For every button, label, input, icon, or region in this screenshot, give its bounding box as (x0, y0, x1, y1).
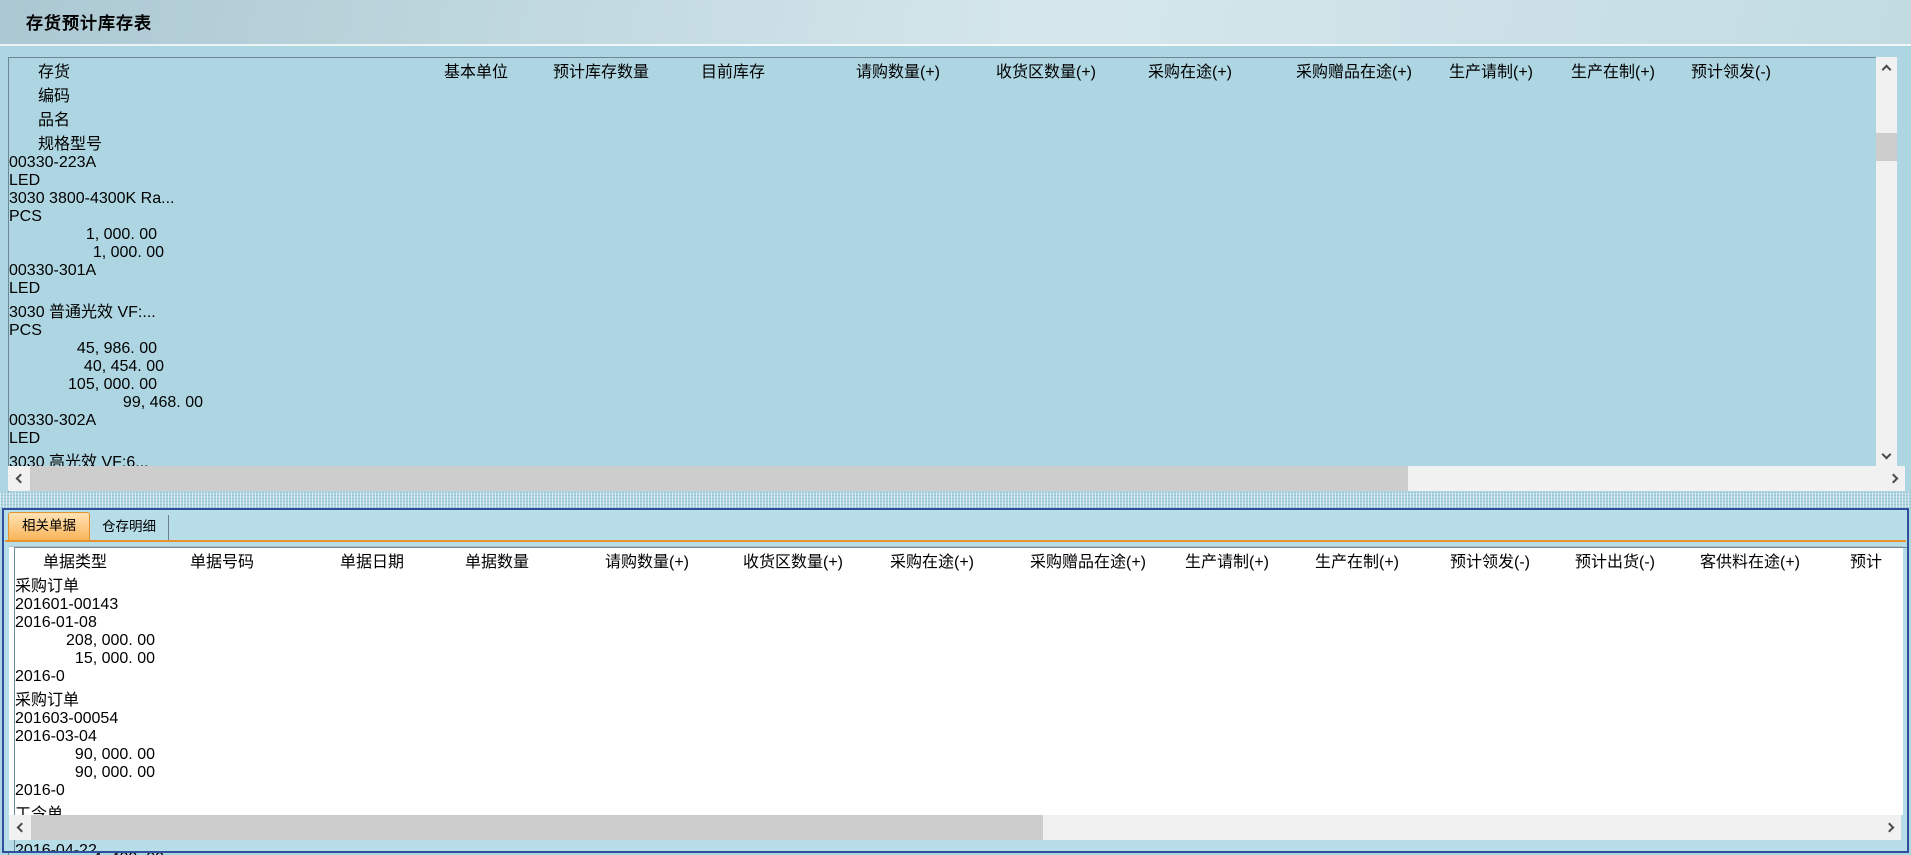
td: 3030 3800-4300K Ra... (9, 190, 217, 208)
th full: 单据号码 (190, 548, 340, 572)
td: LED (9, 172, 89, 190)
th full: 单据数量 (465, 548, 605, 572)
tab-related-documents[interactable]: 相关单据 (8, 512, 90, 540)
horizontal-scrollbar-thumb[interactable] (31, 815, 1043, 840)
chevron-down-icon (1882, 449, 1892, 459)
inventory-forecast-panel: 存货编码品名规格型号基本单位预计库存数量目前库存请购数量(+)收货区数量(+)采… (0, 48, 1911, 492)
th full: 单据类型 (43, 548, 190, 572)
related-documents-panel: 相关单据 仓存明细 单据类型单据号码单据日期单据数量请购数量(+)收货区数量(+… (2, 508, 1909, 853)
td: 201601-00143 (15, 596, 165, 614)
td cellgray: 采购订单 (15, 572, 162, 596)
th full: 请购数量(+) (856, 58, 996, 154)
chevron-left-icon (16, 823, 26, 833)
th full (9, 58, 38, 154)
td: 90, 000. 00 (15, 764, 155, 782)
td: 2016-03-04 (15, 728, 140, 746)
td: 采购订单 (15, 686, 162, 710)
hgroup-bottom: 编码品名规格型号 (38, 82, 444, 154)
td: 99, 468. 00 (9, 394, 203, 412)
td: 00330-223A (9, 154, 127, 172)
th full: 基本单位 (444, 58, 553, 154)
scroll-right-button[interactable] (1884, 466, 1905, 491)
td: 208, 000. 00 (15, 632, 155, 650)
td: 00330-302A (9, 412, 127, 430)
th full: 客供料在途(+) (1700, 548, 1850, 572)
tr row-sel: 00330-301ALED3030 普通光效 VF:...PCS45, 986.… (9, 262, 1885, 412)
tbody: 采购订单201601-001432016-01-08208, 000. 0015… (15, 572, 1909, 853)
scroll-left-button[interactable] (9, 815, 30, 840)
th full: 生产请制(+) (1449, 58, 1571, 154)
th full: 采购在途(+) (890, 548, 1030, 572)
td: 2016-0 (15, 782, 75, 800)
top-vertical-scrollbar[interactable] (1876, 57, 1897, 466)
th full: 收货区数量(+) (743, 548, 890, 572)
td: 45, 986. 00 (9, 340, 157, 358)
td cellsel: 105, 000. 00 (9, 376, 157, 394)
title-bar: 存货预计库存表 (0, 0, 1911, 46)
th full: 预计领发(-) (1691, 58, 1885, 154)
td: 2016-01-08 (15, 614, 140, 632)
scroll-up-button[interactable] (1876, 57, 1897, 78)
td: 2016-0 (15, 668, 75, 686)
td: PCS (9, 208, 118, 226)
th full: 采购赠品在途(+) (1030, 548, 1185, 572)
th hgroup-top: 存货 (38, 58, 444, 82)
th full: 预计出货(-) (1575, 548, 1700, 572)
page-title: 存货预计库存表 (26, 9, 152, 34)
th full: 预计领发(-) (1450, 548, 1575, 572)
top-horizontal-scrollbar[interactable] (8, 466, 1905, 491)
app-window: 存货预计库存表 存货编码品名规格型号基本单位预计库存数量目前库存请购数量(+)收… (0, 0, 1911, 855)
tab-warehouse-detail[interactable]: 仓存明细 (90, 515, 169, 540)
th full: 预计 (1850, 548, 1909, 572)
td: 201603-00054 (15, 710, 165, 728)
th full: 生产在制(+) (1571, 58, 1691, 154)
th sub: 编码 (38, 82, 156, 106)
th full: 预计库存数量 (553, 58, 701, 154)
td: 1, 000. 00 (9, 226, 157, 244)
tr row-alt: 采购订单201603-000542016-03-0490, 000. 0090,… (15, 686, 1909, 800)
table-header: 单据类型单据号码单据日期单据数量请购数量(+)收货区数量(+)采购在途(+)采购… (15, 548, 1909, 572)
td: 3030 普通光效 VF:... (9, 298, 217, 322)
th full (15, 548, 43, 572)
scroll-down-button[interactable] (1876, 445, 1897, 466)
table-header: 存货编码品名规格型号基本单位预计库存数量目前库存请购数量(+)收货区数量(+)采… (9, 58, 1885, 154)
tr row-plain: 00330-223ALED3030 3800-4300K Ra...PCS1, … (9, 154, 1885, 262)
td: 2016-04-22 (15, 842, 140, 853)
documents-table: 单据类型单据号码单据日期单据数量请购数量(+)收货区数量(+)采购在途(+)采购… (14, 547, 1909, 853)
vertical-scrollbar-thumb[interactable] (1876, 133, 1897, 161)
chevron-left-icon (15, 474, 25, 484)
th full: 采购赠品在途(+) (1296, 58, 1449, 154)
td: 00330-301A (9, 262, 127, 280)
th full: 生产请制(+) (1185, 548, 1315, 572)
td: 1, 000. 00 (9, 244, 164, 262)
chevron-right-icon (1884, 823, 1894, 833)
panel-splitter[interactable] (0, 492, 1911, 508)
tr row-sel: 采购订单201601-001432016-01-08208, 000. 0015… (15, 572, 1909, 686)
th full: 收货区数量(+) (996, 58, 1148, 154)
scroll-left-button[interactable] (8, 466, 29, 491)
tab-strip-line (5, 540, 1906, 542)
th full: 目前库存 (701, 58, 856, 154)
td: LED (9, 430, 89, 448)
scroll-right-button[interactable] (1880, 815, 1901, 840)
column-group: 存货编码品名规格型号 (38, 58, 444, 154)
th sub: 品名 (38, 106, 118, 130)
th full: 生产在制(+) (1315, 548, 1450, 572)
td: 90, 000. 00 (15, 746, 155, 764)
th full: 采购在途(+) (1148, 58, 1296, 154)
td: PCS (9, 322, 118, 340)
bottom-horizontal-scrollbar[interactable] (9, 815, 1901, 840)
td: LED (9, 280, 89, 298)
th full: 单据日期 (340, 548, 465, 572)
chevron-right-icon (1888, 474, 1898, 484)
td: 15, 000. 00 (15, 650, 155, 668)
tab-bar: 相关单据 仓存明细 (8, 512, 169, 540)
th full: 请购数量(+) (605, 548, 743, 572)
td: 40, 454. 00 (9, 358, 164, 376)
horizontal-scrollbar-thumb[interactable] (30, 466, 1408, 491)
th sub: 规格型号 (38, 130, 246, 154)
chevron-up-icon (1882, 64, 1892, 74)
